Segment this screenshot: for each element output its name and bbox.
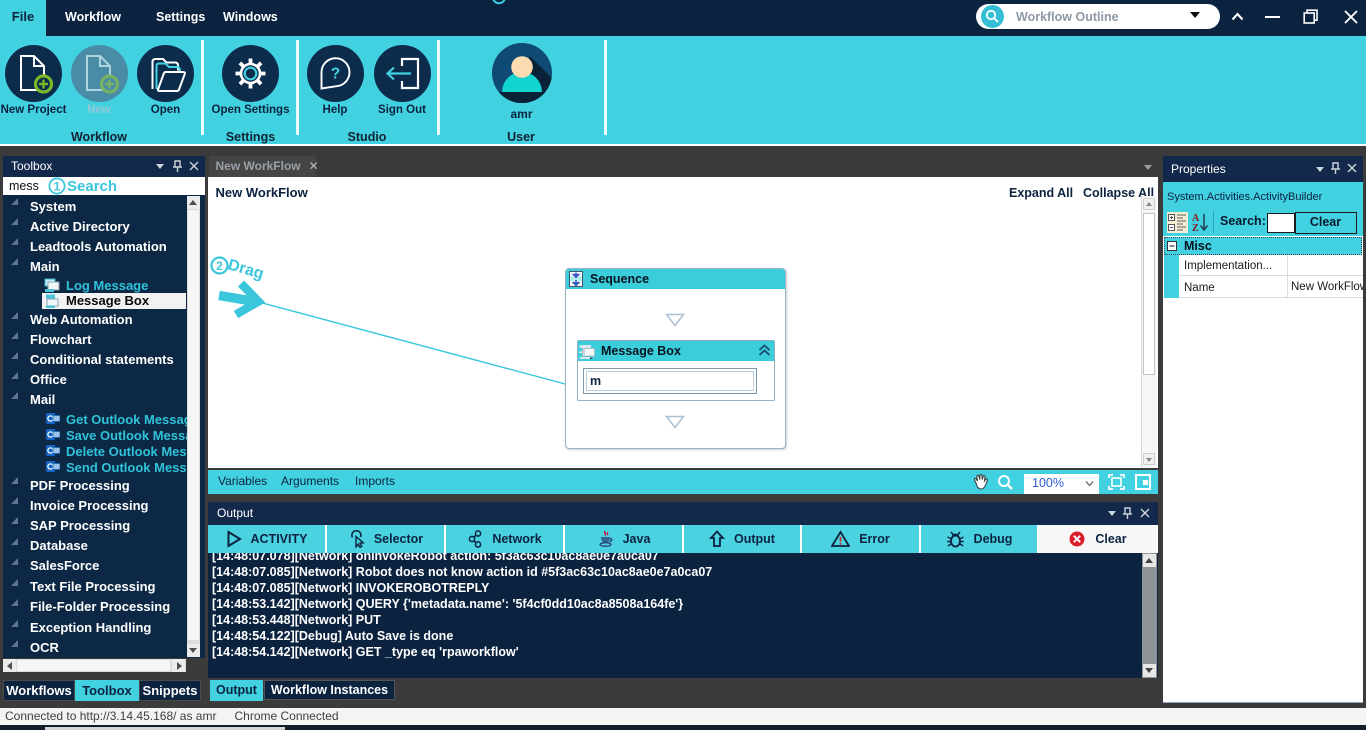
- svg-text:1: 1: [54, 180, 61, 194]
- svg-text:2: 2: [216, 259, 223, 273]
- svg-text:?: ?: [330, 66, 339, 83]
- svg-text:Drag: Drag: [226, 257, 266, 283]
- svg-text:Z: Z: [1192, 223, 1199, 233]
